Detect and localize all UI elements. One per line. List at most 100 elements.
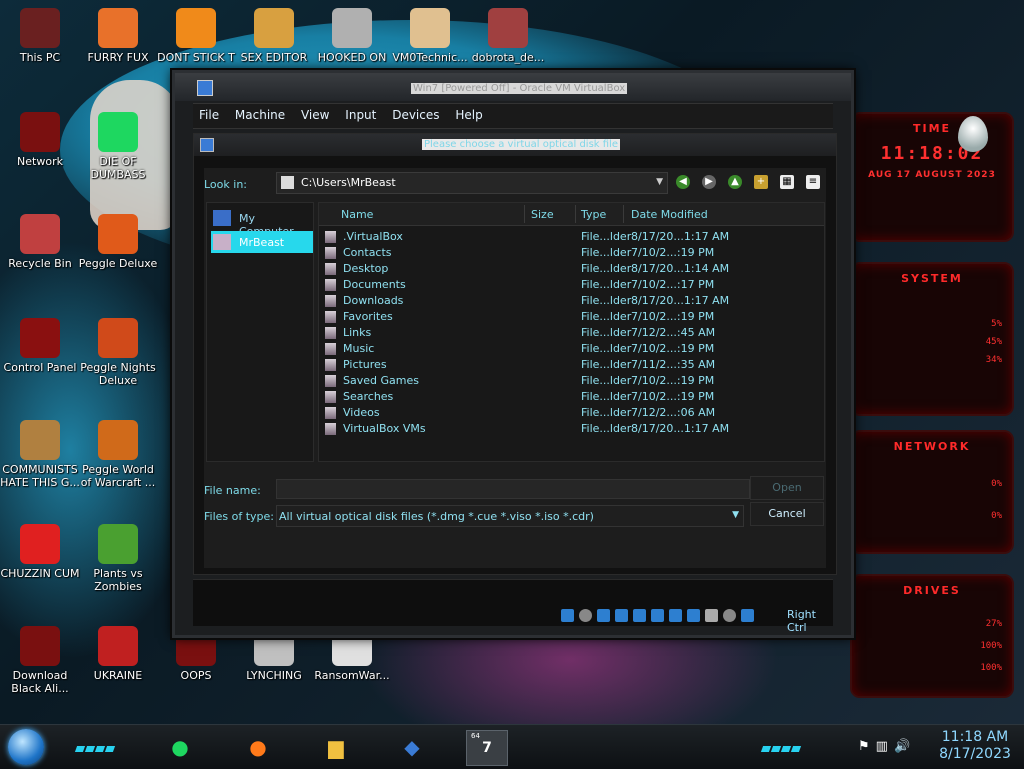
column-size[interactable]: Size [531,208,554,221]
desktop-icon[interactable]: Network [0,112,80,168]
computer-icon [213,210,231,226]
vm-statusbar: Right Ctrl [193,579,833,634]
desktop-icon[interactable]: HOOKED ON [312,8,392,64]
taskbar-spotify[interactable]: ● [160,730,200,764]
network-tray-icon[interactable]: ▥ [876,739,888,754]
desktop-icon[interactable]: DONT STICK T [156,8,236,64]
vm-titlebar[interactable]: Win7 [Powered Off] - Oracle VM VirtualBo… [175,73,851,101]
host-key-icon[interactable] [741,609,754,622]
file-name-input[interactable] [276,479,750,499]
desktop-icon-label: Peggle Deluxe [78,257,158,270]
display-icon[interactable] [669,609,682,622]
recording-icon[interactable] [687,609,700,622]
open-button[interactable]: Open [750,476,824,500]
network-adapter-icon[interactable] [615,609,628,622]
file-type: File...lder [581,406,632,419]
menu-devices[interactable]: Devices [386,104,445,126]
desktop-icon[interactable]: UKRAINE [78,626,158,682]
files-of-type-combo[interactable]: All virtual optical disk files (*.dmg *.… [276,505,744,527]
menu-view[interactable]: View [295,104,335,126]
detail-view-icon[interactable]: ≡ [806,175,820,189]
forward-icon[interactable]: ▶ [702,175,716,189]
file-row[interactable]: Searches File...lder 7/10/2...:19 PM [319,389,819,405]
desktop-icon[interactable]: SEX EDITOR [234,8,314,64]
network-gadget[interactable]: NETWORK 0% 0% [850,430,1014,554]
file-type: File...lder [581,310,632,323]
menu-help[interactable]: Help [449,104,488,126]
desktop-icon-label: OOPS [180,669,212,682]
desktop-icon[interactable]: DIE OF DUMBASS [78,112,158,181]
drives-gadget[interactable]: DRIVES 27% 100% 100% [850,574,1014,698]
hard-disk-icon[interactable] [561,609,574,622]
place-mrbeast[interactable]: MrBeast [211,231,313,253]
list-view-icon[interactable]: ▦ [780,175,794,189]
desktop-icon[interactable]: Download Black Ali... [0,626,80,695]
menu-file[interactable]: File [193,104,225,126]
file-row[interactable]: Links File...lder 7/12/2...:45 AM [319,325,819,341]
file-row[interactable]: VirtualBox VMs File...lder 8/17/20...1:17 … [319,421,819,437]
up-folder-icon[interactable]: ▲ [728,175,742,189]
desktop-icon-label: Download Black Ali... [11,669,69,695]
file-row[interactable]: Videos File...lder 7/12/2...:06 AM [319,405,819,421]
desktop-icon[interactable]: Peggle Deluxe [78,214,158,270]
taskbar-clock[interactable]: 11:18 AM 8/17/2023 [930,729,1020,763]
desktop-icon[interactable]: dobrota_de... [468,8,548,64]
new-folder-icon[interactable]: + [754,175,768,189]
taskbar-file-explorer[interactable]: ▆ [316,730,356,764]
cpu-icon[interactable] [705,609,718,622]
menu-input[interactable]: Input [339,104,382,126]
shared-folder-icon[interactable] [651,609,664,622]
file-row[interactable]: Desktop File...lder 8/17/20...1:14 AM [319,261,819,277]
column-divider[interactable] [575,205,576,223]
optical-drive-icon[interactable] [579,609,592,622]
desktop-icon-label: Recycle Bin [8,257,72,270]
file-name: Contacts [343,246,392,259]
column-name[interactable]: Name [341,208,373,221]
desktop-icon[interactable]: COMMUNISTS HATE THIS G... [0,420,80,489]
column-type[interactable]: Type [581,208,606,221]
volume-icon[interactable]: 🔊 [894,739,910,754]
desktop-icon[interactable]: Recycle Bin [0,214,80,270]
dialog-titlebar[interactable]: Please choose a virtual optical disk fil… [194,134,836,156]
file-row[interactable]: Saved Games File...lder 7/10/2...:19 PM [319,373,819,389]
file-row[interactable]: Documents File...lder 7/10/2...:17 PM [319,277,819,293]
desktop-icon[interactable]: Plants vs Zombies [78,524,158,593]
file-row[interactable]: Favorites File...lder 7/10/2...:19 PM [319,309,819,325]
desktop-icon[interactable]: VM0Technic... [390,8,470,64]
file-row[interactable]: .VirtualBox File...lder 8/17/20...1:17 AM [319,229,819,245]
start-button[interactable] [8,729,44,765]
desktop-icon[interactable]: This PC [0,8,80,64]
desktop-icon[interactable]: Control Panel [0,318,80,374]
file-row[interactable]: Music File...lder 7/10/2...:19 PM [319,341,819,357]
desktop-icon[interactable]: Peggle Nights Deluxe [78,318,158,387]
file-row[interactable]: Contacts File...lder 7/10/2...:19 PM [319,245,819,261]
place-my-computer[interactable]: My Computer [211,207,313,238]
firefox-icon: ● [249,735,267,759]
flag-icon[interactable]: ⚑ [858,739,870,754]
chevron-down-icon[interactable]: ▼ [656,177,663,187]
cancel-button[interactable]: Cancel [750,502,824,526]
column-date-modified[interactable]: Date Modified [631,208,708,221]
network-gadget-row: 0% [991,479,1002,489]
file-row[interactable]: Pictures File...lder 7/11/2...:35 AM [319,357,819,373]
taskbar-virtualbox[interactable]: ◆ [392,730,432,764]
taskbar-win7-vm[interactable]: 7 64 [466,730,508,766]
time-gadget[interactable]: TIME 11:18:02 AUG 17 AUGUST 2023 [850,112,1014,242]
column-divider[interactable] [524,205,525,223]
system-gadget[interactable]: SYSTEM 5% 45% 34% [850,262,1014,416]
file-type: File...lder [581,246,632,259]
desktop-icon[interactable]: Peggle World of Warcraft ... [78,420,158,489]
audio-icon[interactable] [597,609,610,622]
menu-machine[interactable]: Machine [229,104,291,126]
back-icon[interactable]: ◀ [676,175,690,189]
mouse-integration-icon[interactable] [723,609,736,622]
chevron-down-icon[interactable]: ▼ [732,510,739,520]
desktop-icon[interactable]: CHUZZIN CUM [0,524,80,580]
alienware-logo-icon [958,116,988,152]
look-in-combo[interactable]: C:\Users\MrBeast ▼ [276,172,668,194]
desktop-icon[interactable]: FURRY FUX [78,8,158,64]
file-row[interactable]: Downloads File...lder 8/17/20...1:17 AM [319,293,819,309]
usb-icon[interactable] [633,609,646,622]
taskbar-firefox[interactable]: ● [238,730,278,764]
column-divider[interactable] [623,205,624,223]
